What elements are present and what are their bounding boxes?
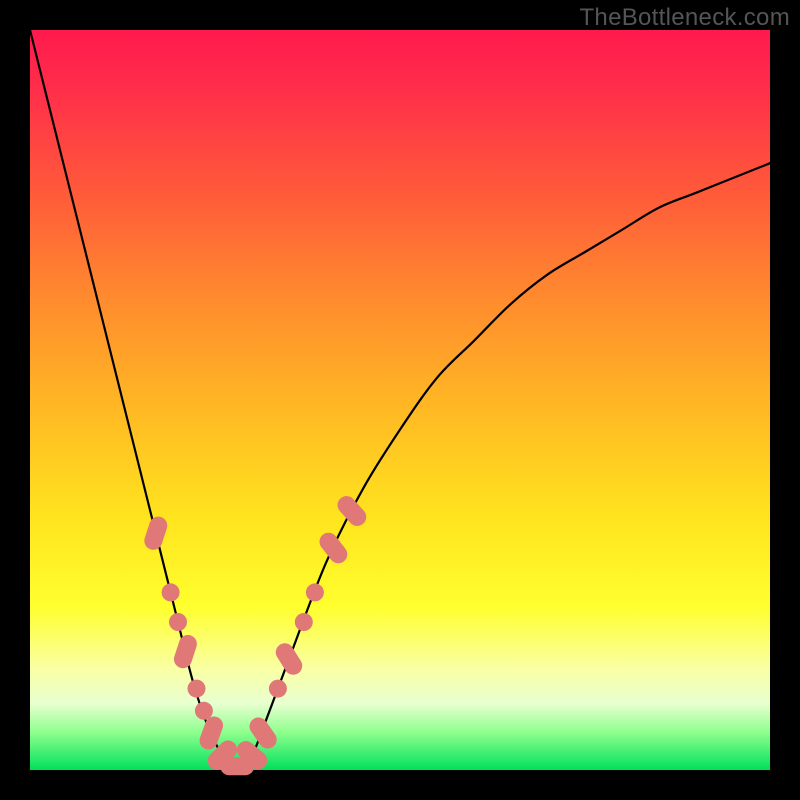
chart-svg	[30, 30, 770, 770]
marker-group	[142, 492, 370, 775]
curve-marker-dot	[195, 702, 213, 720]
watermark-text: TheBottleneck.com	[579, 4, 790, 32]
curve-marker-pill	[334, 492, 370, 529]
curve-marker-pill	[172, 633, 200, 671]
curve-marker-dot	[306, 583, 324, 601]
chart-frame: TheBottleneck.com	[0, 0, 800, 800]
plot-area	[30, 30, 770, 770]
curve-marker-dot	[188, 680, 206, 698]
curve-marker-pill	[272, 640, 305, 678]
curve-marker-pill	[316, 529, 351, 567]
curve-marker-dot	[162, 583, 180, 601]
bottleneck-curve	[30, 30, 770, 770]
curve-marker-pill	[142, 514, 170, 552]
curve-marker-dot	[169, 613, 187, 631]
curve-marker-dot	[269, 680, 287, 698]
curve-marker-dot	[295, 613, 313, 631]
